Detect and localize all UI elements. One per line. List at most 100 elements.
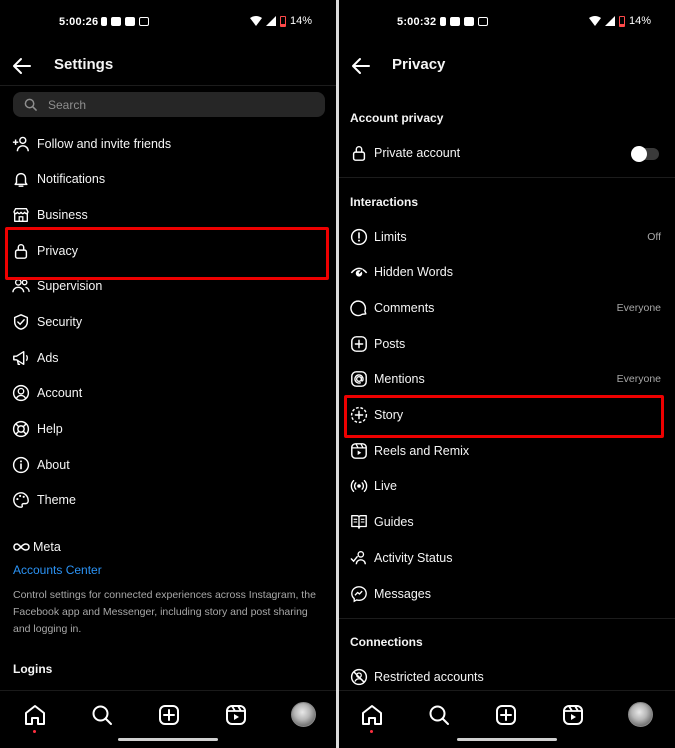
item-value: Everyone (616, 373, 661, 385)
privacy-item-activity-status[interactable]: Activity Status (339, 542, 675, 574)
privacy-item-posts[interactable]: Posts (339, 328, 675, 360)
page-title: Settings (54, 56, 114, 73)
battery-percent: 14% (289, 15, 312, 27)
settings-item-security[interactable]: Security (0, 306, 336, 338)
sim-icon (440, 17, 446, 26)
item-value: Everyone (616, 302, 661, 314)
add-person-icon (12, 136, 29, 152)
item-label: Theme (37, 493, 76, 507)
activity-status-icon (350, 551, 366, 565)
settings-header: Settings (0, 48, 336, 84)
privacy-item-live[interactable]: Live (339, 470, 675, 502)
item-label: Security (37, 315, 83, 329)
divider (339, 177, 675, 178)
highlight-box (344, 395, 664, 438)
section-heading-interactions: Interactions (350, 195, 419, 209)
private-account-toggle[interactable] (631, 146, 659, 162)
gesture-bar (118, 738, 218, 741)
privacy-item-comments[interactable]: Comments Everyone (339, 292, 675, 324)
shield-icon (13, 314, 29, 330)
user-circle-icon (12, 384, 30, 402)
settings-item-about[interactable]: About (0, 449, 336, 481)
reels-icon (351, 443, 367, 459)
profile-avatar[interactable] (628, 702, 653, 727)
item-label: Live (374, 479, 397, 493)
status-right: 14% (249, 15, 312, 27)
signal-icon (604, 16, 615, 26)
item-label: Restricted accounts (374, 670, 484, 684)
item-label: Activity Status (374, 551, 453, 565)
toggle-knob (631, 146, 647, 162)
privacy-item-mentions[interactable]: Mentions Everyone (339, 363, 675, 395)
notification-icons (440, 17, 488, 26)
notification-icons (101, 17, 149, 26)
private-account-row[interactable]: Private account (339, 137, 675, 169)
calendar-icon (139, 17, 149, 26)
bottom-nav (339, 690, 675, 748)
shop-icon (13, 208, 29, 222)
item-label: Account (37, 386, 83, 400)
calendar-icon (478, 17, 488, 26)
home-active-dot (370, 730, 373, 733)
item-label: Follow and invite friends (37, 137, 172, 151)
create-icon[interactable] (494, 703, 518, 727)
privacy-header: Privacy (339, 48, 675, 84)
home-icon[interactable] (23, 703, 47, 727)
status-right: 14% (588, 15, 651, 27)
settings-item-help[interactable]: Help (0, 413, 336, 445)
item-label: Business (37, 208, 88, 222)
signal-icon (265, 16, 276, 26)
youtube-icon (464, 17, 474, 26)
settings-item-account[interactable]: Account (0, 377, 336, 409)
reels-icon[interactable] (224, 703, 248, 727)
alert-circle-icon (350, 228, 368, 246)
battery-icon (618, 15, 625, 27)
accounts-center-description: Control settings for connected experienc… (13, 589, 316, 635)
palette-icon (13, 492, 29, 508)
privacy-item-restricted-accounts[interactable]: Restricted accounts (339, 661, 675, 693)
privacy-item-reels-remix[interactable]: Reels and Remix (339, 435, 675, 467)
status-time: 5:00:26 (59, 16, 99, 28)
reels-icon[interactable] (561, 703, 585, 727)
privacy-screen: 5:00:32 14% Privacy Account privacy Priv… (339, 0, 675, 748)
profile-avatar[interactable] (291, 702, 316, 727)
item-label: Posts (374, 337, 406, 351)
eye-icon (350, 267, 368, 277)
settings-item-follow-invite[interactable]: Follow and invite friends (0, 128, 336, 160)
divider (339, 618, 675, 619)
battery-icon (279, 15, 286, 27)
item-label: Supervision (37, 279, 103, 293)
settings-item-ads[interactable]: Ads (0, 342, 336, 374)
plus-square-icon (351, 336, 367, 352)
messenger-icon (351, 586, 367, 603)
privacy-item-limits[interactable]: Limits Off (339, 221, 675, 253)
logins-heading: Logins (13, 662, 53, 676)
info-icon (12, 456, 30, 474)
back-arrow-icon[interactable] (349, 54, 373, 78)
settings-screen: 5:00:26 14% Settings Search Follow and i… (0, 0, 336, 748)
privacy-item-hidden-words[interactable]: Hidden Words (339, 256, 675, 288)
item-label: Help (37, 422, 63, 436)
settings-item-notifications[interactable]: Notifications (0, 163, 336, 195)
accounts-center-link[interactable]: Accounts Center (13, 563, 102, 577)
search-icon[interactable] (90, 703, 114, 727)
settings-item-theme[interactable]: Theme (0, 484, 336, 516)
home-icon[interactable] (360, 703, 384, 727)
privacy-item-guides[interactable]: Guides (339, 506, 675, 538)
item-label: Mentions (374, 372, 425, 386)
live-icon (350, 479, 368, 493)
search-input[interactable]: Search (13, 92, 325, 117)
section-heading-connections: Connections (350, 635, 423, 649)
search-placeholder: Search (48, 98, 87, 112)
back-arrow-icon[interactable] (10, 54, 34, 78)
guides-icon (351, 515, 367, 529)
create-icon[interactable] (157, 703, 181, 727)
megaphone-icon (13, 350, 28, 366)
status-time: 5:00:32 (397, 16, 437, 28)
privacy-item-messages[interactable]: Messages (339, 578, 675, 610)
meta-wordmark: Meta (33, 540, 61, 554)
search-icon (24, 98, 37, 111)
search-icon[interactable] (427, 703, 451, 727)
meta-infinity-icon (13, 543, 30, 551)
item-label: Comments (374, 301, 435, 315)
